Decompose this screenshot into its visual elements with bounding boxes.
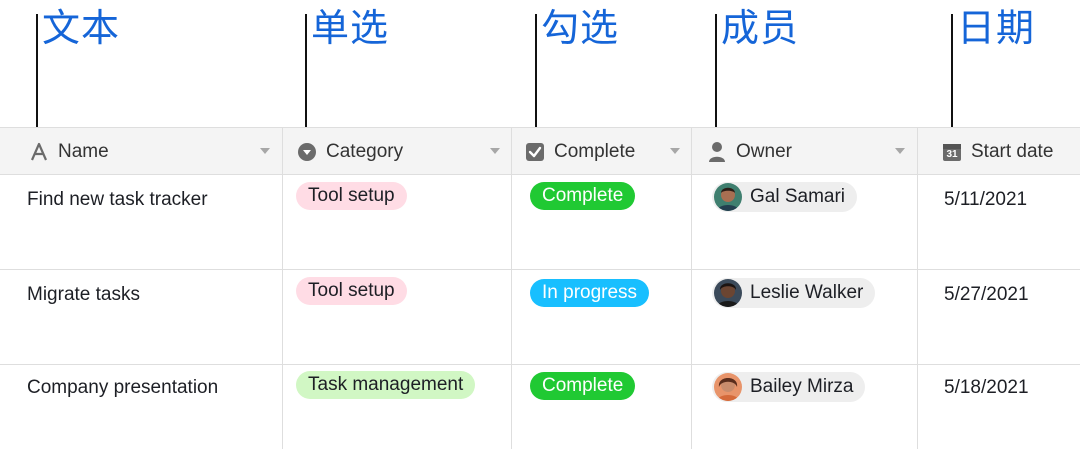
owner-chip: Gal Samari <box>712 182 858 212</box>
cell-complete[interactable]: Complete <box>530 182 636 210</box>
cell-category[interactable]: Tool setup <box>296 277 407 305</box>
cell-owner[interactable]: Bailey Mirza <box>712 372 866 407</box>
calendar-icon-number: 31 <box>946 148 958 160</box>
chevron-down-icon[interactable] <box>895 148 905 154</box>
person-icon <box>706 141 728 163</box>
text-field-icon <box>28 141 50 163</box>
chevron-down-icon[interactable] <box>490 148 500 154</box>
status-pill: In progress <box>530 279 650 307</box>
chevron-down-icon[interactable] <box>260 148 270 154</box>
column-header-complete[interactable]: Complete <box>524 128 692 175</box>
status-pill: Complete <box>530 372 636 400</box>
cell-complete[interactable]: In progress <box>530 279 650 307</box>
column-header-label: Owner <box>736 140 792 162</box>
cell-category[interactable]: Task management <box>296 371 476 399</box>
checkbox-icon <box>524 141 546 163</box>
annotation-label: 单选 <box>311 6 390 50</box>
owner-name: Gal Samari <box>750 186 846 207</box>
column-header-label: Complete <box>554 140 636 162</box>
single-select-icon <box>296 141 318 163</box>
owner-chip: Bailey Mirza <box>712 372 866 402</box>
column-header-start-date[interactable]: 31 Start date <box>941 128 1080 175</box>
column-header-owner[interactable]: Owner <box>706 128 917 175</box>
table-row[interactable]: Migrate tasks Tool setup In progress Les… <box>0 270 1080 365</box>
column-header-category[interactable]: Category <box>296 128 512 175</box>
owner-name: Bailey Mirza <box>750 376 854 397</box>
table-row[interactable]: Company presentation Task management Com… <box>0 365 1080 449</box>
column-header-label: Start date <box>971 140 1054 162</box>
avatar <box>714 279 742 307</box>
category-pill: Task management <box>296 371 476 399</box>
cell-name[interactable]: Company presentation <box>27 375 218 401</box>
annotation-label: 日期 <box>957 6 1036 50</box>
cell-complete[interactable]: Complete <box>530 372 636 400</box>
annotation-pointer-line <box>36 14 38 134</box>
owner-name: Leslie Walker <box>750 282 864 303</box>
annotation-label: 文本 <box>42 6 121 50</box>
cell-name[interactable]: Migrate tasks <box>27 282 140 308</box>
grid-header: Name Category Complete Owner 31 Start da… <box>0 127 1080 175</box>
cell-category[interactable]: Tool setup <box>296 182 407 210</box>
status-pill: Complete <box>530 182 636 210</box>
column-header-label: Category <box>326 140 404 162</box>
calendar-icon: 31 <box>941 141 963 163</box>
owner-chip: Leslie Walker <box>712 278 876 308</box>
avatar <box>714 183 742 211</box>
category-pill: Tool setup <box>296 277 407 305</box>
annotation-label: 成员 <box>721 6 800 50</box>
cell-start-date[interactable]: 5/27/2021 <box>944 282 1029 308</box>
avatar <box>714 373 742 401</box>
category-pill: Tool setup <box>296 182 407 210</box>
annotation-pointer-line <box>305 14 307 134</box>
cell-owner[interactable]: Gal Samari <box>712 182 858 217</box>
annotation-pointer-line <box>715 14 717 134</box>
cell-name[interactable]: Find new task tracker <box>27 187 208 213</box>
cell-start-date[interactable]: 5/18/2021 <box>944 375 1029 401</box>
column-header-name[interactable]: Name <box>28 128 282 175</box>
table-row[interactable]: Find new task tracker Tool setup Complet… <box>0 175 1080 270</box>
chevron-down-icon[interactable] <box>670 148 680 154</box>
annotation-pointer-line <box>535 14 537 134</box>
data-grid: Name Category Complete Owner 31 Start da… <box>0 127 1080 449</box>
annotation-pointer-line <box>951 14 953 134</box>
annotation-label: 勾选 <box>541 6 620 50</box>
cell-owner[interactable]: Leslie Walker <box>712 278 876 313</box>
column-header-label: Name <box>58 140 109 162</box>
cell-start-date[interactable]: 5/11/2021 <box>944 187 1027 213</box>
